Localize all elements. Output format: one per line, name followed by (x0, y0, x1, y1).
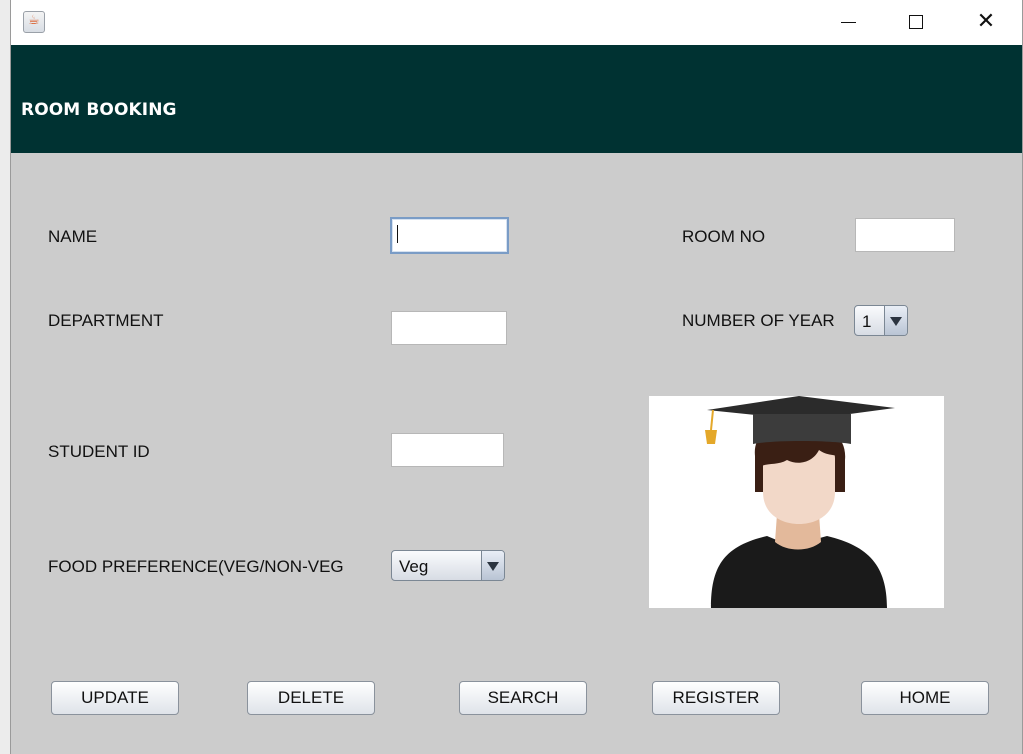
number-of-year-select[interactable]: 1 (854, 305, 908, 336)
food-preference-select[interactable]: Veg (391, 550, 505, 581)
search-button[interactable]: SEARCH (459, 681, 587, 715)
department-field[interactable] (391, 311, 507, 345)
page-title: ROOM BOOKING (21, 100, 177, 120)
student-graduate-avatar-icon (649, 396, 944, 608)
name-field[interactable] (390, 217, 509, 254)
department-label: DEPARTMENT (48, 311, 164, 330)
chevron-down-icon[interactable] (481, 551, 504, 580)
food-preference-value: Veg (399, 557, 429, 576)
maximize-icon (909, 15, 923, 29)
maximize-button[interactable] (901, 8, 931, 36)
room-no-label: ROOM NO (682, 227, 766, 246)
student-id-field[interactable] (391, 433, 504, 467)
text-caret (397, 225, 398, 243)
number-of-year-label: NUMBER OF YEAR (682, 311, 835, 330)
room-booking-window: ☕ ✕ ROOM BOOKING NAME DEPARTMENT STUDENT… (10, 0, 1023, 754)
chevron-down-icon[interactable] (884, 306, 907, 335)
close-icon: ✕ (976, 9, 996, 34)
food-preference-label: FOOD PREFERENCE(VEG/NON-VEG (48, 557, 344, 576)
close-button[interactable]: ✕ (971, 8, 1001, 36)
header-banner: ROOM BOOKING (11, 45, 1022, 153)
room-no-field[interactable] (855, 218, 955, 252)
student-id-label: STUDENT ID (48, 442, 150, 461)
home-button[interactable]: HOME (861, 681, 989, 715)
desktop-background (0, 0, 10, 754)
minimize-icon (840, 21, 856, 23)
update-button[interactable]: UPDATE (51, 681, 179, 715)
name-label: NAME (48, 227, 98, 246)
number-of-year-value: 1 (862, 312, 872, 331)
title-bar: ☕ ✕ (11, 0, 1022, 45)
java-cup-icon[interactable]: ☕ (23, 11, 45, 33)
delete-button[interactable]: DELETE (247, 681, 375, 715)
register-button[interactable]: REGISTER (652, 681, 780, 715)
minimize-button[interactable] (833, 8, 863, 36)
